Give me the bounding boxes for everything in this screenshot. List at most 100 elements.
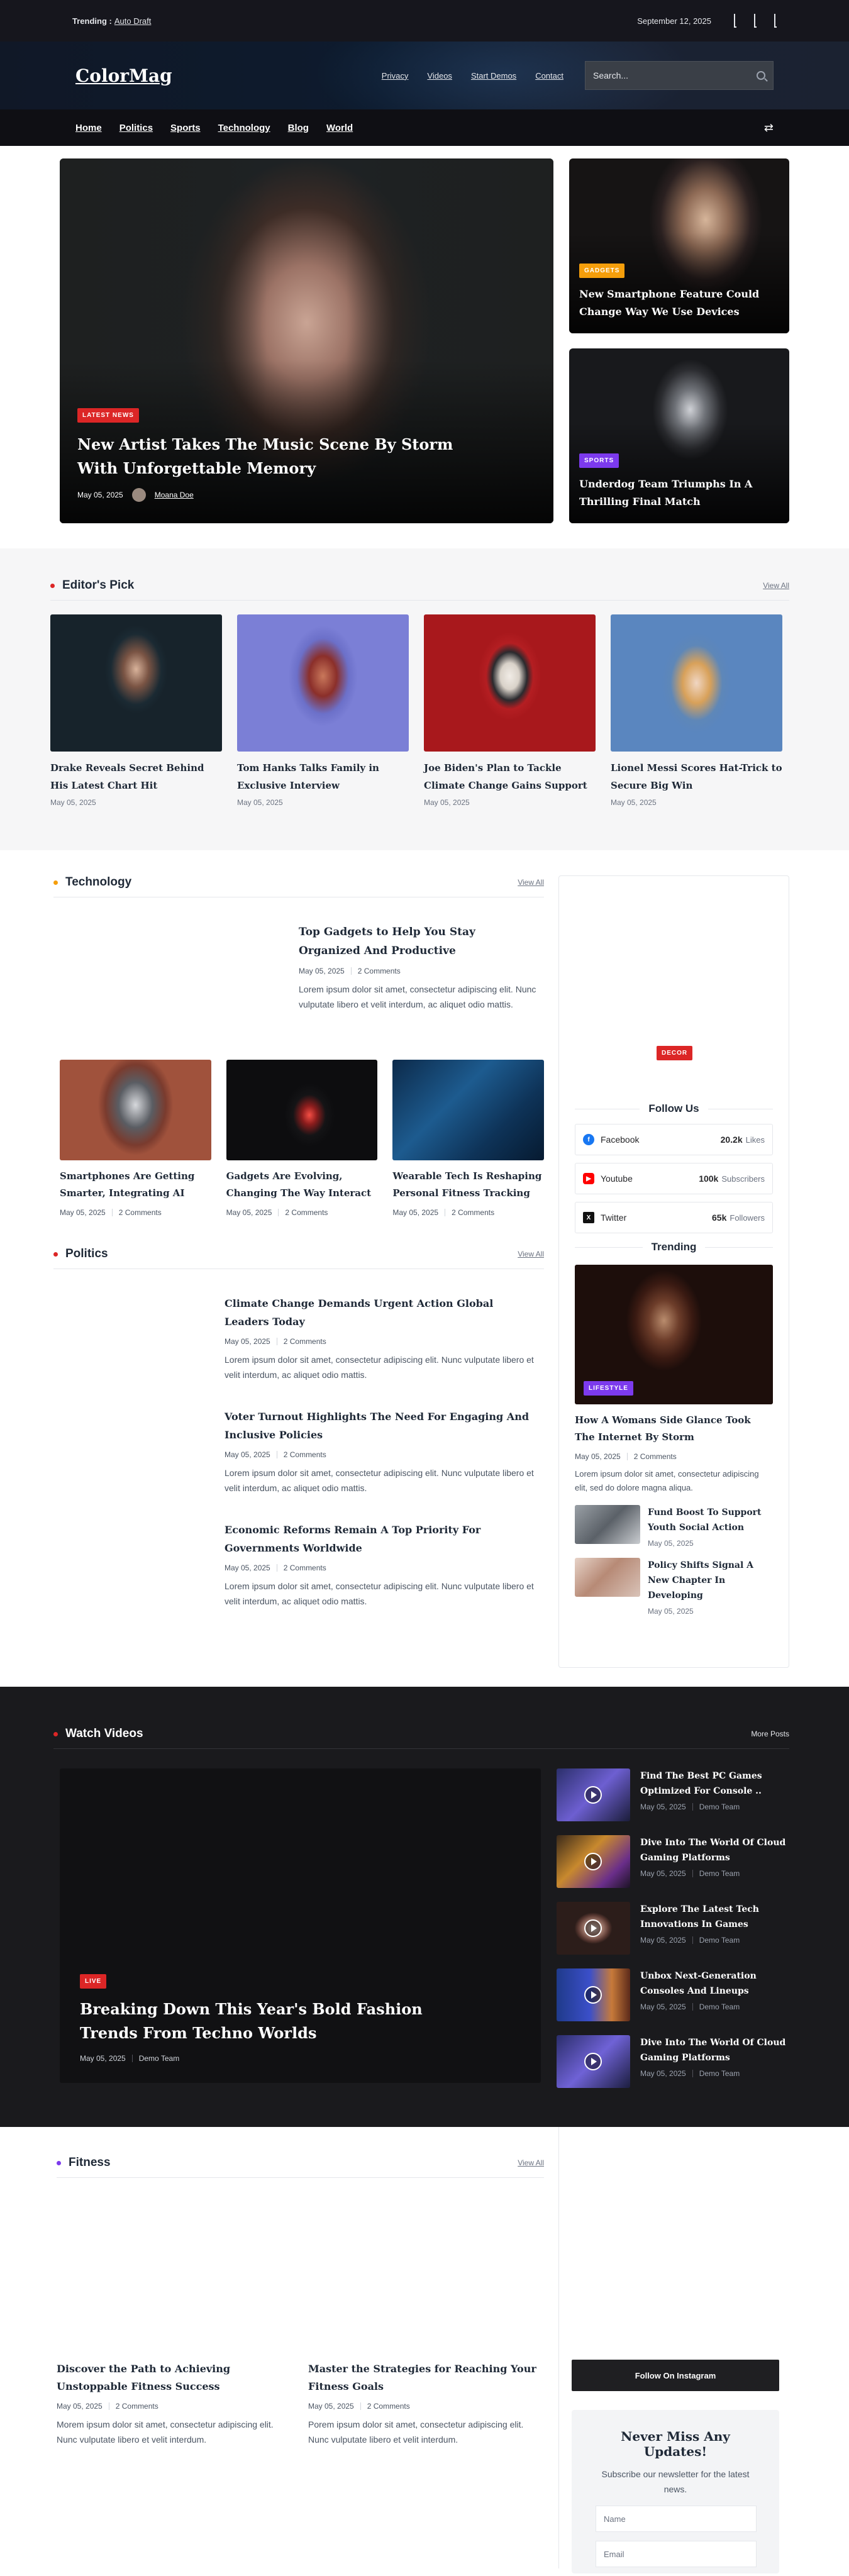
- view-all-link[interactable]: View All: [763, 581, 789, 590]
- email-field[interactable]: [596, 2541, 757, 2567]
- video-main-post[interactable]: LIVE Breaking Down This Year's Bold Fash…: [60, 1768, 541, 2083]
- post-author[interactable]: Demo Team: [139, 2054, 179, 2063]
- header-link-start-demos[interactable]: Start Demos: [471, 71, 516, 80]
- post-author[interactable]: Demo Team: [699, 2002, 740, 2011]
- post-title[interactable]: Tom Hanks Talks Family in Exclusive Inte…: [237, 759, 409, 794]
- name-field[interactable]: [596, 2506, 757, 2532]
- editors-pick-card[interactable]: Joe Biden's Plan to Tackle Climate Chang…: [424, 614, 596, 807]
- post-comments[interactable]: 2 Comments: [358, 967, 401, 975]
- social-link-icon[interactable]: [754, 14, 757, 28]
- view-all-link[interactable]: View All: [518, 1250, 544, 1258]
- post-title[interactable]: Joe Biden's Plan to Tackle Climate Chang…: [424, 759, 596, 794]
- post-title[interactable]: Master the Strategies for Reaching Your …: [308, 2360, 541, 2396]
- trending-link[interactable]: Auto Draft: [114, 16, 152, 26]
- video-list-item[interactable]: Dive Into The World Of Cloud Gaming Plat…: [557, 2035, 789, 2095]
- video-list-item[interactable]: Unbox Next-Generation Consoles And Lineu…: [557, 1968, 789, 2028]
- technology-card[interactable]: Wearable Tech Is Reshaping Personal Fitn…: [392, 1060, 545, 1217]
- hero-main-title[interactable]: New Artist Takes The Music Scene By Stor…: [77, 433, 491, 480]
- video-thumbnail[interactable]: [557, 1835, 630, 1888]
- hero-side-title[interactable]: New Smartphone Feature Could Change Way …: [579, 286, 770, 321]
- post-comments[interactable]: 2 Comments: [284, 1337, 326, 1346]
- post-comments[interactable]: 2 Comments: [452, 1208, 494, 1217]
- post-comments[interactable]: 2 Comments: [367, 2402, 410, 2411]
- post-title[interactable]: Policy Shifts Signal A New Chapter In De…: [648, 1558, 773, 1603]
- video-title[interactable]: Find The Best PC Games Optimized For Con…: [640, 1768, 789, 1799]
- post-image[interactable]: [237, 614, 409, 752]
- post-comments[interactable]: 2 Comments: [285, 1208, 328, 1217]
- nav-item-blog[interactable]: Blog: [288, 123, 309, 133]
- editors-pick-card[interactable]: Lionel Messi Scores Hat-Trick to Secure …: [611, 614, 782, 807]
- post-author[interactable]: Demo Team: [699, 1802, 740, 1811]
- social-counter-youtube[interactable]: ▶ Youtube 100k Subscribers: [575, 1163, 773, 1194]
- category-badge[interactable]: LIFESTYLE: [584, 1381, 633, 1396]
- post-title[interactable]: Fund Boost To Support Youth Social Actio…: [648, 1505, 773, 1535]
- post-thumbnail[interactable]: [575, 1558, 640, 1597]
- video-list-item[interactable]: Explore The Latest Tech Innovations In G…: [557, 1902, 789, 1962]
- category-badge[interactable]: SPORTS: [579, 453, 619, 468]
- hero-main-post[interactable]: LATEST NEWS New Artist Takes The Music S…: [60, 158, 553, 523]
- post-title[interactable]: Top Gadgets to Help You Stay Organized A…: [299, 923, 538, 960]
- more-posts-link[interactable]: More Posts: [751, 1729, 789, 1738]
- shuffle-icon[interactable]: ⇄: [764, 121, 774, 135]
- play-icon[interactable]: [584, 1919, 602, 1937]
- hero-side-title[interactable]: Underdog Team Triumphs In A Thrilling Fi…: [579, 475, 770, 511]
- post-image[interactable]: LIFESTYLE: [575, 1265, 773, 1404]
- video-title[interactable]: Breaking Down This Year's Bold Fashion T…: [80, 1997, 465, 2045]
- post-title[interactable]: Discover the Path to Achieving Unstoppab…: [57, 2360, 289, 2396]
- search-icon[interactable]: [757, 71, 765, 80]
- social-link-icon[interactable]: [734, 14, 736, 28]
- nav-item-politics[interactable]: Politics: [119, 123, 153, 133]
- post-image[interactable]: [424, 614, 596, 752]
- header-link-contact[interactable]: Contact: [535, 71, 563, 80]
- technology-card[interactable]: Smartphones Are Getting Smarter, Integra…: [60, 1060, 211, 1217]
- post-image[interactable]: [60, 1060, 211, 1160]
- follow-instagram-button[interactable]: Follow On Instagram: [572, 2360, 779, 2391]
- post-author[interactable]: Moana Doe: [155, 491, 194, 499]
- category-badge[interactable]: LATEST NEWS: [77, 408, 139, 423]
- video-list-item[interactable]: Dive Into The World Of Cloud Gaming Plat…: [557, 1835, 789, 1895]
- nav-item-world[interactable]: World: [326, 123, 353, 133]
- post-title[interactable]: Drake Reveals Secret Behind His Latest C…: [50, 759, 222, 794]
- header-link-videos[interactable]: Videos: [427, 71, 452, 80]
- post-title[interactable]: Smartphones Are Getting Smarter, Integra…: [60, 1168, 211, 1202]
- play-icon[interactable]: [584, 2053, 602, 2070]
- post-image-placeholder[interactable]: [53, 1294, 225, 1389]
- video-thumbnail[interactable]: [557, 2035, 630, 2088]
- post-author[interactable]: Demo Team: [699, 2069, 740, 2078]
- nav-item-sports[interactable]: Sports: [170, 123, 201, 133]
- site-logo[interactable]: ColorMag: [75, 65, 172, 86]
- view-all-link[interactable]: View All: [518, 878, 544, 887]
- post-image[interactable]: [392, 1060, 545, 1160]
- post-comments[interactable]: 2 Comments: [116, 2402, 158, 2411]
- video-title[interactable]: Dive Into The World Of Cloud Gaming Plat…: [640, 1835, 789, 1865]
- category-badge[interactable]: GADGETS: [579, 264, 625, 278]
- post-image-placeholder[interactable]: [53, 1407, 225, 1502]
- post-comments[interactable]: 2 Comments: [284, 1450, 326, 1459]
- technology-card[interactable]: Gadgets Are Evolving, Changing The Way I…: [226, 1060, 378, 1217]
- play-icon[interactable]: [584, 1853, 602, 1870]
- sidebar-ad[interactable]: DECOR: [559, 876, 789, 1102]
- post-image[interactable]: [50, 614, 222, 752]
- fitness-card[interactable]: Master the Strategies for Reaching Your …: [308, 2203, 541, 2447]
- post-title[interactable]: Lionel Messi Scores Hat-Trick to Secure …: [611, 759, 782, 794]
- post-title[interactable]: Gadgets Are Evolving, Changing The Way I…: [226, 1168, 378, 1202]
- post-image-placeholder[interactable]: [57, 2203, 289, 2360]
- play-icon[interactable]: [584, 1986, 602, 2004]
- nav-item-home[interactable]: Home: [75, 123, 102, 133]
- post-title[interactable]: Wearable Tech Is Reshaping Personal Fitn…: [392, 1168, 544, 1202]
- video-thumbnail[interactable]: [557, 1902, 630, 1955]
- hero-side-post[interactable]: SPORTS Underdog Team Triumphs In A Thril…: [569, 348, 789, 523]
- post-title[interactable]: Economic Reforms Remain A Top Priority F…: [225, 1521, 538, 1557]
- search-input[interactable]: [593, 70, 757, 80]
- post-image-placeholder[interactable]: [308, 2203, 541, 2360]
- fitness-card[interactable]: Discover the Path to Achieving Unstoppab…: [57, 2203, 289, 2447]
- post-title[interactable]: How A Womans Side Glance Took The Intern…: [575, 1412, 773, 1446]
- video-thumbnail[interactable]: [557, 1768, 630, 1821]
- post-title[interactable]: Climate Change Demands Urgent Action Glo…: [225, 1294, 538, 1331]
- social-counter-facebook[interactable]: f Facebook 20.2k Likes: [575, 1124, 773, 1155]
- post-comments[interactable]: 2 Comments: [634, 1452, 677, 1461]
- post-author[interactable]: Demo Team: [699, 1869, 740, 1878]
- category-badge[interactable]: DECOR: [657, 1046, 693, 1060]
- post-comments[interactable]: 2 Comments: [119, 1208, 162, 1217]
- social-counter-twitter[interactable]: X Twitter 65k Followers: [575, 1202, 773, 1233]
